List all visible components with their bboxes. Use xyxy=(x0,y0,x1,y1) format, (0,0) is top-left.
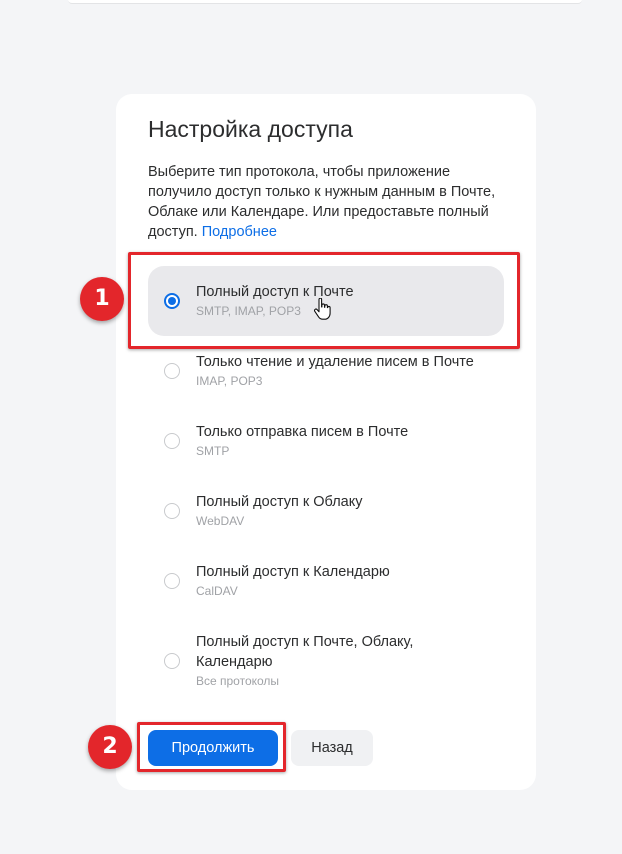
option-full-cloud[interactable]: Полный доступ к Облаку WebDAV xyxy=(148,476,504,546)
step-1-badge: 1 xyxy=(80,277,124,321)
step-2-badge: 2 xyxy=(88,725,132,769)
option-protocols: SMTP xyxy=(196,444,230,458)
option-protocols: WebDAV xyxy=(196,514,245,528)
radio-icon[interactable] xyxy=(164,653,180,669)
highlight-box-step2 xyxy=(137,722,286,772)
option-send-mail[interactable]: Только отправка писем в Почте SMTP xyxy=(148,406,504,476)
option-label: Полный доступ к Календарю xyxy=(196,564,390,580)
option-full-all[interactable]: Полный доступ к Почте, Облаку, Календарю… xyxy=(148,616,504,706)
back-button[interactable]: Назад xyxy=(291,730,373,766)
option-protocols: Все протоколы xyxy=(196,674,280,688)
access-settings-card: Настройка доступа Выберите тип протокола… xyxy=(116,94,536,790)
option-protocols: IMAP, POP3 xyxy=(196,374,263,388)
option-full-calendar[interactable]: Полный доступ к Календарю CalDAV xyxy=(148,546,504,616)
option-label: Только отправка писем в Почте xyxy=(196,424,409,440)
dialog-description: Выберите тип протокола, чтобы приложение… xyxy=(148,162,508,242)
top-panel-edge xyxy=(68,0,582,4)
radio-icon[interactable] xyxy=(164,363,180,379)
option-protocols: CalDAV xyxy=(196,584,238,598)
hand-cursor-icon xyxy=(313,298,331,320)
option-label: Полный доступ к Почте, Облаку, Календарю xyxy=(196,634,414,670)
option-label: Полный доступ к Облаку xyxy=(196,494,363,510)
radio-icon[interactable] xyxy=(164,573,180,589)
option-label: Только чтение и удаление писем в Почте xyxy=(196,354,474,370)
more-info-link[interactable]: Подробнее xyxy=(202,224,277,240)
dialog-title: Настройка доступа xyxy=(148,116,353,142)
radio-icon[interactable] xyxy=(164,433,180,449)
description-text: Выберите тип протокола, чтобы приложение… xyxy=(148,164,496,240)
radio-icon[interactable] xyxy=(164,503,180,519)
